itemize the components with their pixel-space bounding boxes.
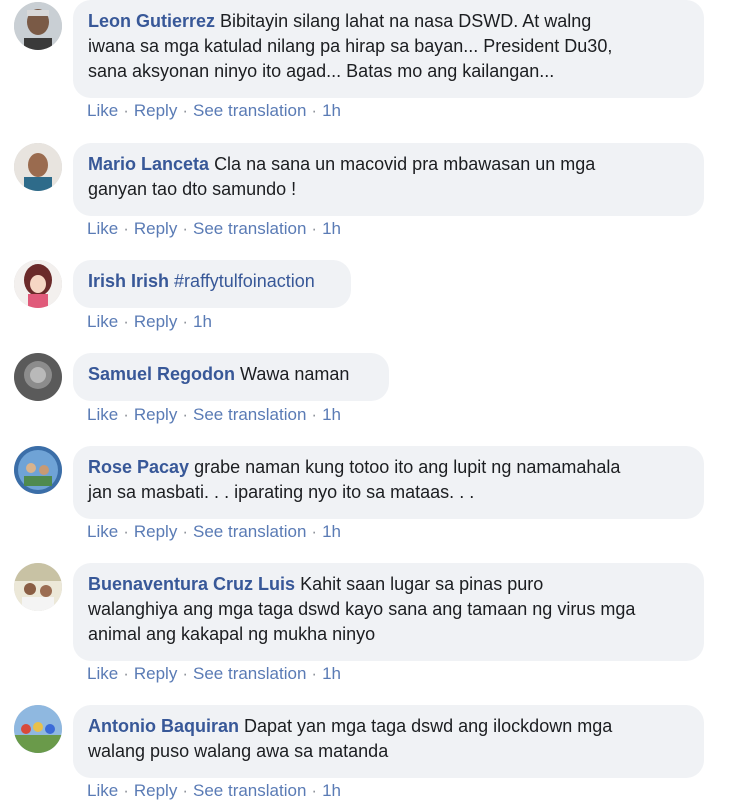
- comment-text: animal ang kakapal ng mukha ninyo: [88, 624, 376, 644]
- comment-actions: Like · Reply · See translation · 1h: [87, 219, 341, 239]
- reply-link[interactable]: Reply: [134, 781, 177, 800]
- separator: ·: [123, 219, 129, 238]
- comment-text: Cla na sana un macovid pra mbawasan un m…: [214, 154, 596, 174]
- comment-timestamp[interactable]: 1h: [322, 522, 341, 541]
- separator: ·: [311, 781, 318, 800]
- comment-actions: Like · Reply · See translation · 1h: [87, 522, 341, 542]
- separator: ·: [182, 101, 188, 120]
- comment-text: jan sa masbati. . . iparating nyo ito sa…: [88, 482, 475, 502]
- separator: ·: [123, 405, 129, 424]
- avatar[interactable]: [14, 260, 62, 308]
- separator: ·: [182, 405, 188, 424]
- separator: ·: [123, 101, 129, 120]
- comment-text: iwana sa mga katulad nilang pa hirap sa …: [88, 36, 613, 56]
- comment-author[interactable]: Samuel Regodon: [88, 364, 235, 384]
- comment-actions: Like · Reply · See translation · 1h: [87, 664, 341, 684]
- comment-text: Bibitayin silang lahat na nasa DSWD. At …: [220, 11, 592, 31]
- comment-text: Kahit saan lugar sa pinas puro: [300, 574, 544, 594]
- separator: ·: [311, 522, 318, 541]
- comment-timestamp[interactable]: 1h: [322, 664, 341, 683]
- avatar[interactable]: [14, 705, 62, 753]
- separator: ·: [123, 781, 129, 800]
- separator: ·: [182, 522, 188, 541]
- comment-author[interactable]: Irish Irish: [88, 271, 169, 291]
- comment-actions: Like · Reply · See translation · 1h: [87, 101, 341, 121]
- reply-link[interactable]: Reply: [134, 101, 177, 120]
- reply-link[interactable]: Reply: [134, 312, 177, 331]
- like-link[interactable]: Like: [87, 219, 118, 238]
- comment-timestamp[interactable]: 1h: [322, 781, 341, 800]
- comment-timestamp[interactable]: 1h: [322, 101, 341, 120]
- comment-bubble: Rose Pacay grabe naman kung totoo ito an…: [73, 446, 704, 519]
- avatar[interactable]: [14, 2, 62, 50]
- comment-author[interactable]: Buenaventura Cruz Luis: [88, 574, 295, 594]
- see-translation-link[interactable]: See translation: [193, 522, 306, 541]
- comment-text: sana aksyonan ninyo ito agad... Batas mo…: [88, 61, 555, 81]
- comment-bubble: Buenaventura Cruz Luis Kahit saan lugar …: [73, 563, 704, 661]
- comment-text: ganyan tao dto samundo !: [88, 179, 297, 199]
- reply-link[interactable]: Reply: [134, 219, 177, 238]
- comment-text: walanghiya ang mga taga dswd kayo sana a…: [88, 599, 636, 619]
- comment-bubble: Leon Gutierrez Bibitayin silang lahat na…: [73, 0, 704, 98]
- comment-bubble: Antonio Baquiran Dapat yan mga taga dswd…: [73, 705, 704, 778]
- separator: ·: [123, 522, 129, 541]
- separator: ·: [123, 664, 129, 683]
- separator: ·: [182, 781, 188, 800]
- separator: ·: [311, 219, 318, 238]
- separator: ·: [182, 664, 188, 683]
- comment-timestamp[interactable]: 1h: [322, 405, 341, 424]
- comment-timestamp[interactable]: 1h: [193, 312, 212, 331]
- comment-timestamp[interactable]: 1h: [322, 219, 341, 238]
- avatar[interactable]: [14, 353, 62, 401]
- like-link[interactable]: Like: [87, 405, 118, 424]
- comment-author[interactable]: Antonio Baquiran: [88, 716, 239, 736]
- separator: ·: [311, 405, 318, 424]
- separator: ·: [182, 219, 188, 238]
- comment-text: Dapat yan mga taga dswd ang ilockdown mg…: [244, 716, 613, 736]
- comment-bubble: Samuel Regodon Wawa naman: [73, 353, 389, 401]
- like-link[interactable]: Like: [87, 312, 118, 331]
- comment-author[interactable]: Leon Gutierrez: [88, 11, 215, 31]
- separator: ·: [311, 664, 318, 683]
- comment-text: Wawa naman: [240, 364, 350, 384]
- comment-text: grabe naman kung totoo ito ang lupit ng …: [194, 457, 621, 477]
- avatar[interactable]: [14, 143, 62, 191]
- like-link[interactable]: Like: [87, 522, 118, 541]
- see-translation-link[interactable]: See translation: [193, 405, 306, 424]
- see-translation-link[interactable]: See translation: [193, 219, 306, 238]
- avatar[interactable]: [14, 446, 62, 494]
- like-link[interactable]: Like: [87, 781, 118, 800]
- comment-actions: Like · Reply · See translation · 1h: [87, 781, 341, 801]
- reply-link[interactable]: Reply: [134, 405, 177, 424]
- comment-author[interactable]: Mario Lanceta: [88, 154, 209, 174]
- hashtag-link[interactable]: #raffytulfoinaction: [174, 271, 315, 291]
- see-translation-link[interactable]: See translation: [193, 781, 306, 800]
- reply-link[interactable]: Reply: [134, 522, 177, 541]
- separator: ·: [123, 312, 129, 331]
- comment-author[interactable]: Rose Pacay: [88, 457, 189, 477]
- separator: ·: [182, 312, 188, 331]
- see-translation-link[interactable]: See translation: [193, 664, 306, 683]
- comment-actions: Like · Reply · 1h: [87, 312, 212, 332]
- reply-link[interactable]: Reply: [134, 664, 177, 683]
- separator: ·: [311, 101, 318, 120]
- see-translation-link[interactable]: See translation: [193, 101, 306, 120]
- comment-text: walang puso walang awa sa matanda: [88, 741, 389, 761]
- like-link[interactable]: Like: [87, 664, 118, 683]
- like-link[interactable]: Like: [87, 101, 118, 120]
- comment-bubble: Mario Lanceta Cla na sana un macovid pra…: [73, 143, 704, 216]
- avatar[interactable]: [14, 563, 62, 611]
- comment-actions: Like · Reply · See translation · 1h: [87, 405, 341, 425]
- comment-bubble: Irish Irish #raffytulfoinaction: [73, 260, 351, 308]
